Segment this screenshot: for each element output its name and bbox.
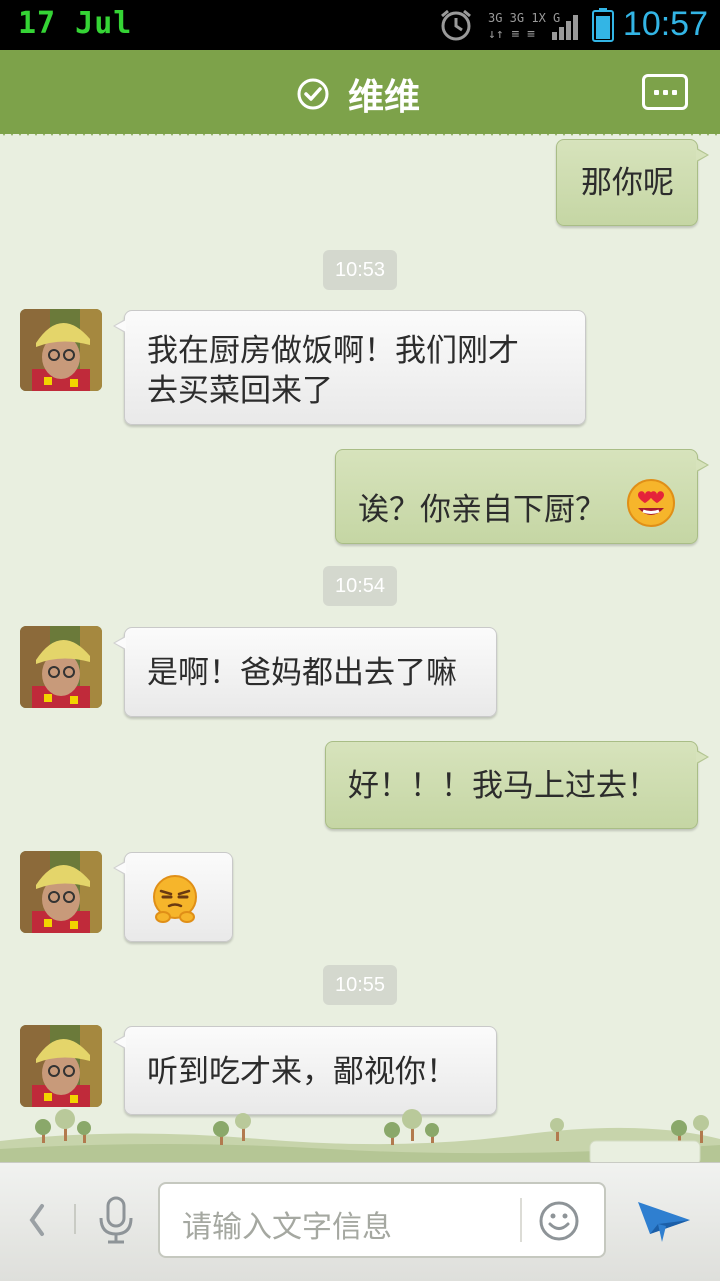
avatar[interactable] <box>20 851 102 933</box>
message-bubble-outgoing[interactable]: 好！！！我马上过去！ <box>325 741 709 829</box>
heart-eyes-emoji <box>627 479 675 527</box>
signal-icon: 3G 3G 1X G ↓↑ ≡ ≡ <box>488 11 578 42</box>
timestamp: 10:53 <box>323 250 397 290</box>
more-button[interactable] <box>642 74 688 110</box>
background-scenery <box>0 1109 720 1165</box>
header-edge <box>0 128 720 136</box>
status-date: 17 Jul <box>18 6 133 41</box>
status-time: 10:57 <box>622 5 708 43</box>
message-bubble-incoming[interactable]: 是啊！爸妈都出去了嘛 <box>113 627 497 717</box>
send-plane-icon[interactable] <box>636 1194 692 1246</box>
message-text: 是啊！爸妈都出去了嘛 <box>147 655 457 691</box>
chat-title: 维维 <box>348 77 421 118</box>
message-bubble-incoming[interactable]: 听到吃才来，鄙视你！ <box>113 1026 497 1115</box>
timestamp: 10:55 <box>323 965 397 1005</box>
message-bubble-outgoing[interactable]: 诶？你亲自下厨？ <box>335 449 709 544</box>
smiley-icon[interactable] <box>538 1200 580 1242</box>
message-text: 好！！！我马上过去！ <box>348 768 658 804</box>
message-text-line1: 我在厨房做饭啊！我们刚才 <box>147 333 519 369</box>
more-dots-icon <box>654 90 659 95</box>
message-input-placeholder: 请输入文字信息 <box>182 1210 392 1245</box>
message-text-line2: 去买菜回来了 <box>147 373 333 409</box>
status-bar: 17 Jul 3G 3G 1X G ↓↑ ≡ ≡ 10:57 <box>0 0 720 50</box>
chat-title-group[interactable]: 维维 <box>296 66 420 122</box>
divider <box>74 1204 76 1234</box>
smug-emoji <box>153 875 197 923</box>
message-text: 听到吃才来，鄙视你！ <box>147 1054 457 1090</box>
timestamp: 10:54 <box>323 566 397 606</box>
message-bubble-incoming[interactable] <box>113 852 233 942</box>
microphone-icon[interactable] <box>96 1196 136 1244</box>
check-circle-icon <box>297 78 329 110</box>
message-bubble-incoming[interactable]: 我在厨房做饭啊！我们刚才 去买菜回来了 <box>113 310 586 425</box>
avatar[interactable] <box>20 1025 102 1107</box>
divider <box>520 1198 522 1242</box>
avatar[interactable] <box>20 626 102 708</box>
message-bubble-outgoing[interactable]: 那你呢 <box>556 139 709 226</box>
alarm-icon <box>441 9 471 41</box>
battery-icon <box>592 8 614 42</box>
svg-text:↓↑ ≡ ≡: ↓↑ ≡ ≡ <box>488 27 535 42</box>
svg-text:3G 3G 1X G: 3G 3G 1X G <box>488 11 560 25</box>
avatar[interactable] <box>20 309 102 391</box>
message-text: 诶？你亲自下厨？ <box>358 492 606 528</box>
message-text: 那你呢 <box>581 165 674 201</box>
chevron-left-icon[interactable] <box>24 1200 48 1240</box>
